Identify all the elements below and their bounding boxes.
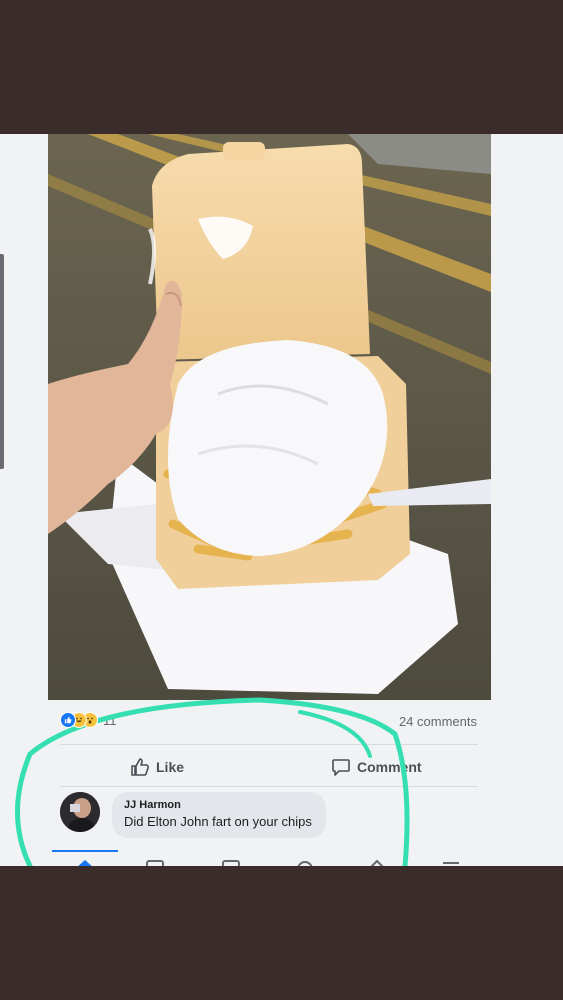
facebook-post-screen: 11 24 comments Like Comment JJ Harmon Di… xyxy=(0,134,563,866)
reaction-count: 11 xyxy=(103,712,117,728)
comment-icon xyxy=(332,759,350,776)
avatar[interactable] xyxy=(60,792,100,832)
home-icon[interactable] xyxy=(74,858,96,866)
profile-icon[interactable] xyxy=(366,858,388,866)
active-tab-indicator xyxy=(52,850,118,852)
like-label: Like xyxy=(156,759,185,775)
bottom-navigation xyxy=(40,850,490,866)
profile-photo xyxy=(60,792,100,832)
comment-author[interactable]: JJ Harmon xyxy=(124,799,312,811)
chips-photo xyxy=(48,134,491,700)
notifications-icon[interactable] xyxy=(294,858,316,866)
comments-count-link[interactable]: 24 comments xyxy=(399,714,477,729)
reactions-summary[interactable]: 11 xyxy=(60,710,117,730)
bottom-frame-band xyxy=(0,866,563,1000)
side-scroll-handle xyxy=(0,254,4,469)
comment-bubble[interactable]: JJ Harmon Did Elton John fart on your ch… xyxy=(112,792,326,838)
like-button[interactable]: Like xyxy=(130,756,184,778)
video-icon[interactable] xyxy=(144,858,166,866)
comment-button[interactable]: Comment xyxy=(331,756,422,778)
comment-label: Comment xyxy=(357,759,422,775)
comment-text: Did Elton John fart on your chips xyxy=(124,814,312,829)
menu-icon[interactable] xyxy=(440,858,462,866)
marketplace-icon[interactable] xyxy=(220,858,242,866)
top-frame-band xyxy=(0,0,563,134)
divider xyxy=(60,786,478,787)
like-icon xyxy=(60,712,76,728)
comment-item: JJ Harmon Did Elton John fart on your ch… xyxy=(60,792,326,838)
thumbs-up-icon xyxy=(131,758,149,776)
divider xyxy=(60,744,478,745)
post-photo[interactable] xyxy=(48,134,491,700)
